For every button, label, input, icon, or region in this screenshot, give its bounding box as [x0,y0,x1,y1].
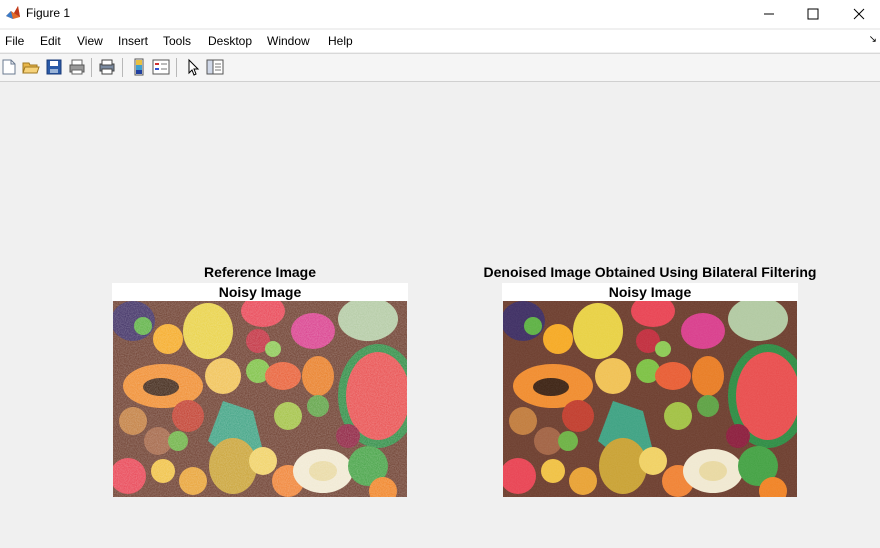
fruit-photo-noisy-svg [113,301,407,497]
maximize-button[interactable] [790,0,836,28]
close-button[interactable] [836,0,880,28]
minimize-button[interactable] [746,0,792,28]
fruit-image-noisy [113,301,407,497]
legend-icon[interactable] [152,58,170,76]
toolbar-separator [91,58,92,77]
menu-desktop[interactable]: Desktop [208,34,252,48]
window-title: Figure 1 [26,6,71,20]
menu-bar: File Edit View Insert Tools Desktop Wind… [0,30,880,52]
menu-file[interactable]: File [5,34,24,48]
minimize-icon [764,13,774,15]
save-icon[interactable] [45,58,63,76]
colorbar-icon[interactable] [130,58,148,76]
close-icon [853,8,865,20]
right-axes-subtitle: Noisy Image [608,284,692,300]
toolbar-separator [122,58,123,77]
select-pointer-icon[interactable] [184,58,202,76]
property-inspector-icon[interactable] [206,58,224,76]
undock-arrow-icon[interactable]: ↘ [869,34,877,45]
window-titlebar: Figure 1 [0,0,880,28]
menu-window[interactable]: Window [267,34,310,48]
menu-tools[interactable]: Tools [163,34,191,48]
matlab-icon [5,5,21,21]
open-file-icon[interactable] [22,58,40,76]
right-axes-title: Denoised Image Obtained Using Bilateral … [483,264,817,280]
maximize-icon [807,8,819,20]
menu-view[interactable]: View [77,34,103,48]
fruit-image-denoised [503,301,797,497]
fruit-photo-denoised-svg [503,301,797,497]
print-icon[interactable] [68,58,86,76]
menu-edit[interactable]: Edit [40,34,61,48]
left-axes-title: Reference Image [203,264,317,280]
new-figure-icon[interactable] [0,58,18,76]
left-axes-subtitle: Noisy Image [218,284,302,300]
toolbar-separator [176,58,177,77]
print-preview-icon[interactable] [98,58,116,76]
menu-insert[interactable]: Insert [118,34,148,48]
figure-toolbar [0,53,880,82]
menu-help[interactable]: Help [328,34,353,48]
